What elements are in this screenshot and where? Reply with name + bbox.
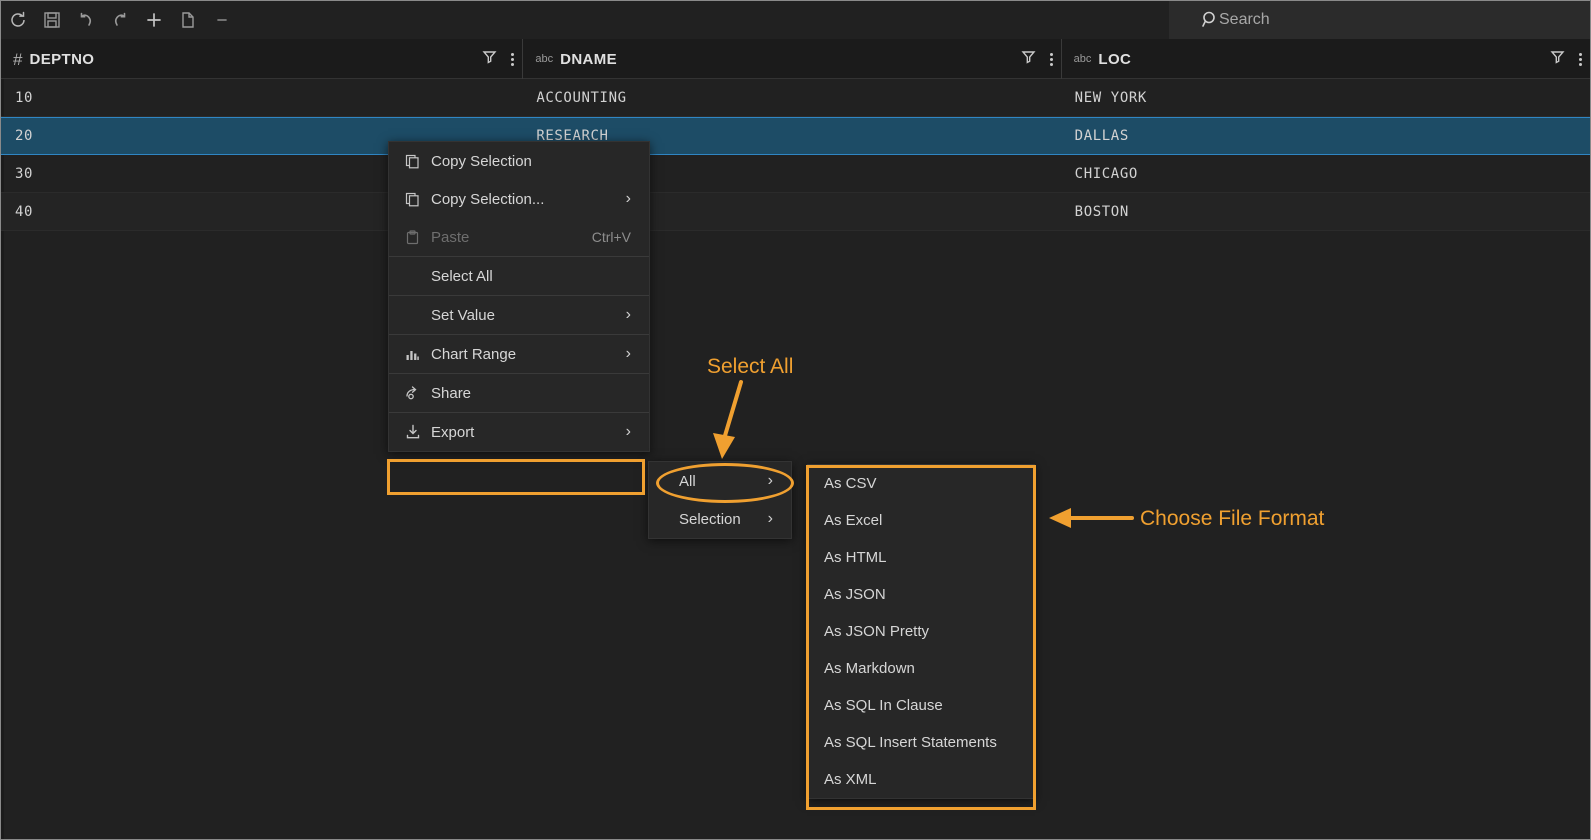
menu-item-label: Share <box>431 384 472 402</box>
annotation-select-all: Select All <box>707 355 794 378</box>
menu-item-copy-selection-submenu[interactable]: Copy Selection... › <box>389 180 649 218</box>
menu-item-label: Set Value <box>431 306 495 324</box>
add-row-icon[interactable] <box>137 1 171 39</box>
menu-item-as-html[interactable]: As HTML <box>808 539 1034 576</box>
menu-item-export-all[interactable]: All › <box>649 462 791 500</box>
menu-item-as-json-pretty[interactable]: As JSON Pretty <box>808 613 1034 650</box>
menu-item-set-value[interactable]: Set Value › <box>389 296 649 334</box>
column-header-dname[interactable]: abc DNAME <box>522 39 1060 79</box>
cell-loc[interactable]: NEW YORK <box>1061 79 1590 117</box>
menu-item-label: As XML <box>824 771 877 788</box>
chevron-right-icon: › <box>625 423 631 440</box>
menu-item-label: As SQL In Clause <box>824 697 943 714</box>
duplicate-row-icon[interactable] <box>171 1 205 39</box>
menu-item-as-csv[interactable]: As CSV <box>808 465 1034 502</box>
column-header-loc[interactable]: abc LOC <box>1060 39 1590 79</box>
column-type-text-icon: abc <box>1073 53 1092 65</box>
column-header-deptno[interactable]: # DEPTNO <box>1 39 522 79</box>
chevron-right-icon: › <box>625 190 631 207</box>
menu-item-label: Export <box>431 423 475 441</box>
menu-item-export[interactable]: Export › <box>389 413 649 451</box>
menu-item-select-all[interactable]: Select All <box>389 257 649 295</box>
menu-item-label: Copy Selection <box>431 152 532 170</box>
menu-item-label: As Markdown <box>824 660 915 677</box>
table-row[interactable]: 30 SALES CHICAGO <box>1 155 1590 193</box>
column-type-number-icon: # <box>13 49 23 69</box>
redo-icon[interactable] <box>103 1 137 39</box>
cell-dname[interactable]: ACCOUNTING <box>522 79 1060 117</box>
chevron-right-icon: › <box>625 306 631 323</box>
column-menu-icon[interactable] <box>511 52 515 66</box>
menu-item-label: As JSON <box>824 586 886 603</box>
chevron-right-icon: › <box>625 345 631 362</box>
menu-item-export-selection[interactable]: Selection › <box>649 500 791 538</box>
menu-item-label: Select All <box>431 267 493 285</box>
database-grid-window: # DEPTNO abc DNAME <box>0 0 1591 840</box>
column-menu-icon[interactable] <box>1579 52 1582 66</box>
filter-icon[interactable] <box>482 49 497 69</box>
refresh-icon[interactable] <box>1 1 35 39</box>
chevron-right-icon: › <box>767 472 773 489</box>
table-row-selected[interactable]: 20 RESEARCH DALLAS <box>1 117 1590 155</box>
column-type-text-icon: abc <box>535 53 554 65</box>
cell-loc[interactable]: CHICAGO <box>1061 155 1590 193</box>
cell-loc[interactable]: DALLAS <box>1061 117 1590 155</box>
search-icon <box>1201 10 1220 34</box>
chevron-right-icon: › <box>767 510 773 527</box>
grid-column-header-row: # DEPTNO abc DNAME abc LOC <box>1 39 1590 79</box>
copy-icon <box>405 154 431 169</box>
undo-icon[interactable] <box>69 1 103 39</box>
menu-item-label: Selection <box>679 510 741 528</box>
chart-icon <box>405 347 431 362</box>
menu-item-label: As JSON Pretty <box>824 623 930 640</box>
search-input[interactable] <box>1219 11 1549 29</box>
menu-item-label: All <box>679 472 696 490</box>
column-title: LOC <box>1098 50 1132 68</box>
menu-item-copy-selection[interactable]: Copy Selection <box>389 142 649 180</box>
menu-item-as-sql-in-clause[interactable]: As SQL In Clause <box>808 687 1034 724</box>
annotation-choose-file-format: Choose File Format <box>1140 507 1325 530</box>
table-row[interactable]: 10 ACCOUNTING NEW YORK <box>1 79 1590 117</box>
filter-icon[interactable] <box>1021 49 1036 69</box>
share-icon <box>405 385 431 401</box>
search-box[interactable] <box>1169 1 1590 39</box>
export-format-submenu: As CSV As Excel As HTML As JSON As JSON … <box>807 464 1035 799</box>
column-title: DNAME <box>560 50 618 68</box>
menu-item-label: As HTML <box>824 549 887 566</box>
toolbar <box>1 1 1590 39</box>
save-icon[interactable] <box>35 1 69 39</box>
menu-item-paste: Paste Ctrl+V <box>389 218 649 256</box>
menu-item-label: As SQL Insert Statements <box>824 734 997 751</box>
menu-item-label: As Excel <box>824 512 883 529</box>
context-menu: Copy Selection Copy Selection... › Paste… <box>388 141 650 452</box>
copy-icon <box>405 192 431 207</box>
export-icon <box>405 424 431 440</box>
menu-item-label: Paste <box>431 228 470 246</box>
menu-item-shortcut: Ctrl+V <box>591 229 631 245</box>
menu-item-share[interactable]: Share <box>389 374 649 412</box>
remove-row-icon[interactable] <box>205 1 239 39</box>
grid-body: 10 ACCOUNTING NEW YORK 20 RESEARCH DALLA… <box>1 79 1590 839</box>
cell-loc[interactable]: BOSTON <box>1061 193 1590 231</box>
menu-item-as-json[interactable]: As JSON <box>808 576 1034 613</box>
export-submenu: All › Selection › <box>648 461 792 539</box>
menu-item-label: As CSV <box>824 475 877 492</box>
menu-item-label: Chart Range <box>431 345 517 363</box>
cell-deptno[interactable]: 10 <box>1 79 522 117</box>
menu-item-as-excel[interactable]: As Excel <box>808 502 1034 539</box>
paste-icon <box>405 229 431 245</box>
table-row[interactable]: 40 OPERATIONS BOSTON <box>1 193 1590 231</box>
menu-item-as-sql-insert-statements[interactable]: As SQL Insert Statements <box>808 724 1034 761</box>
column-menu-icon[interactable] <box>1049 52 1053 66</box>
menu-item-as-xml[interactable]: As XML <box>808 761 1034 798</box>
column-title: DEPTNO <box>29 50 95 68</box>
menu-item-chart-range[interactable]: Chart Range › <box>389 335 649 373</box>
menu-item-as-markdown[interactable]: As Markdown <box>808 650 1034 687</box>
filter-icon[interactable] <box>1550 49 1565 69</box>
menu-item-label: Copy Selection... <box>431 190 545 208</box>
